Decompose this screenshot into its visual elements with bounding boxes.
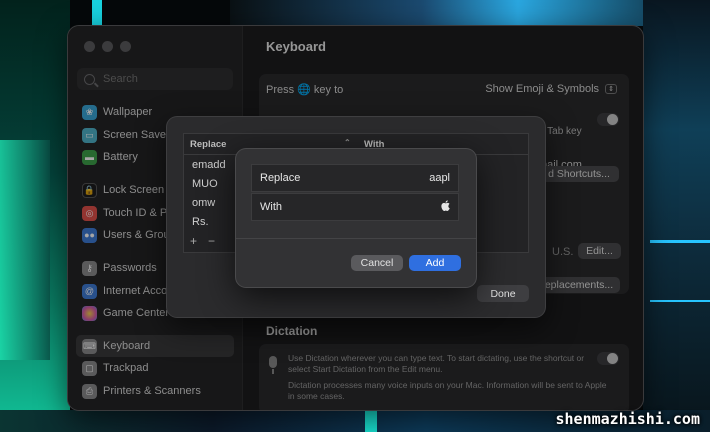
watermark: shenmazhishi.com bbox=[555, 410, 701, 428]
done-button[interactable]: Done bbox=[477, 285, 529, 302]
remove-row-button[interactable]: − bbox=[208, 234, 215, 248]
replace-field[interactable]: Replace aapl bbox=[251, 164, 459, 192]
with-field[interactable]: With bbox=[251, 193, 459, 221]
replace-cell: Rs. bbox=[192, 216, 209, 228]
with-input[interactable] bbox=[441, 200, 450, 214]
add-row-button[interactable]: + bbox=[190, 234, 197, 248]
apple-logo-icon bbox=[441, 200, 450, 211]
column-replace[interactable]: Replace bbox=[190, 139, 226, 150]
replace-input[interactable]: aapl bbox=[429, 172, 450, 184]
sort-chevron-icon: ⌃ bbox=[344, 138, 351, 147]
replace-cell: MUO bbox=[192, 178, 218, 190]
replace-label: Replace bbox=[260, 172, 301, 184]
add-button[interactable]: Add bbox=[409, 255, 461, 271]
cancel-button[interactable]: Cancel bbox=[351, 255, 403, 271]
replace-cell: emadd bbox=[192, 159, 226, 171]
dialog-divider bbox=[236, 238, 476, 239]
replace-cell: omw bbox=[192, 197, 216, 209]
add-replacement-dialog: Replace aapl With Cancel Add bbox=[236, 149, 476, 287]
with-label: With bbox=[260, 201, 282, 213]
